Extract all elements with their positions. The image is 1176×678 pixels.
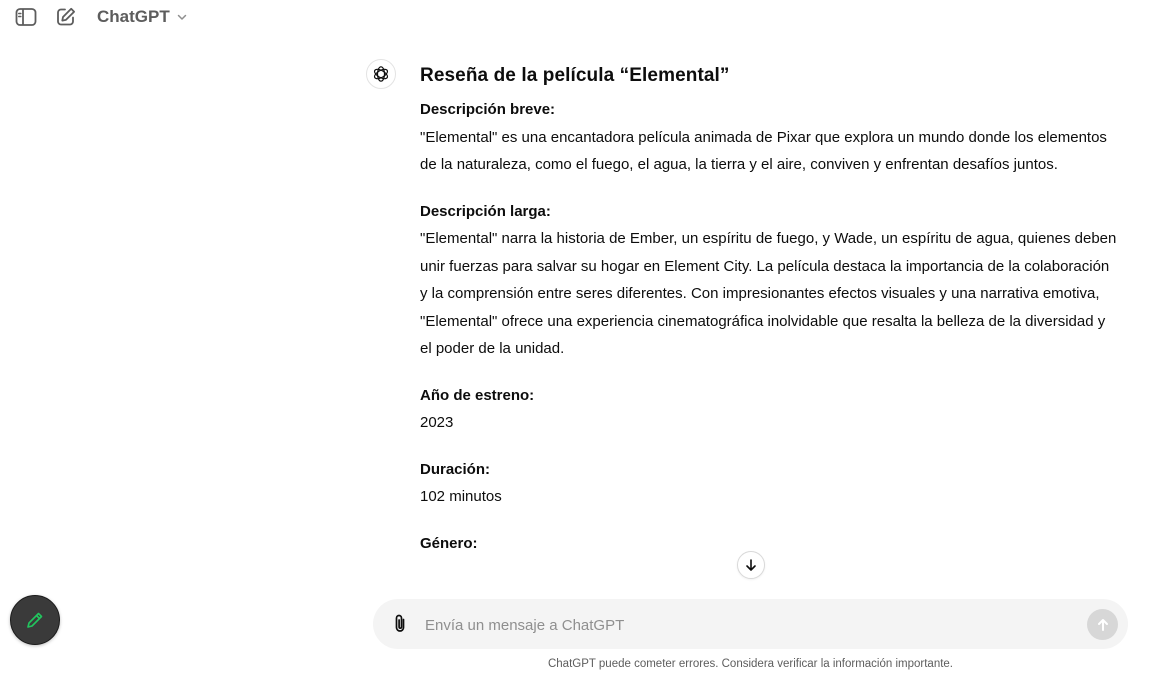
section-text: 102 minutos (420, 488, 502, 505)
disclaimer-text: ChatGPT puede cometer errores. Considera… (547, 658, 954, 670)
send-button[interactable] (1087, 609, 1118, 640)
scroll-to-bottom-button[interactable] (737, 551, 765, 579)
top-bar: ChatGPT (0, 0, 1176, 36)
section-label: Año de estreno: (420, 386, 535, 404)
floating-edit-button[interactable] (10, 595, 60, 645)
sidebar-toggle-icon (15, 8, 37, 26)
chat-window: ChatGPT Reseña de la película “Elemental… (0, 0, 1176, 678)
attach-button[interactable] (387, 611, 413, 637)
assistant-avatar (366, 59, 396, 89)
sidebar-toggle-button[interactable] (12, 3, 40, 31)
arrow-down-icon (746, 559, 756, 571)
section-label: Descripción larga: (420, 202, 551, 220)
section-text: 2023 (420, 414, 454, 431)
section-text: "Elemental" narra la historia de Ember, … (420, 230, 1117, 357)
pencil-square-icon (57, 7, 75, 26)
assistant-message: Reseña de la película “Elemental” Descri… (420, 62, 1120, 576)
section-label: Descripción breve: (420, 101, 556, 118)
section-text: "Elemental" es una encantadora película … (420, 128, 1107, 174)
chevron-down-icon (177, 14, 186, 20)
section-label: Género: (420, 534, 478, 552)
model-selector[interactable]: ChatGPT (97, 6, 188, 28)
model-name: ChatGPT (97, 7, 170, 26)
section-short-description: Descripción breve: "Elemental" es una en… (420, 96, 1120, 179)
section-duration: Duración: 102 minutos (420, 456, 1120, 511)
paperclip-icon (395, 614, 405, 632)
new-chat-button[interactable] (52, 3, 80, 31)
section-long-description: Descripción larga: "Elemental" narra la … (420, 198, 1120, 363)
section-genre: Género: (420, 530, 1120, 558)
message-composer (373, 599, 1128, 649)
arrow-up-icon (1097, 618, 1108, 631)
section-label: Duración: (420, 460, 491, 478)
message-input[interactable] (423, 612, 1067, 638)
pencil-icon (27, 612, 43, 628)
openai-logo-icon (373, 66, 389, 82)
message-title: Reseña de la película “Elemental” (420, 65, 730, 86)
section-release-year: Año de estreno: 2023 (420, 382, 1120, 437)
